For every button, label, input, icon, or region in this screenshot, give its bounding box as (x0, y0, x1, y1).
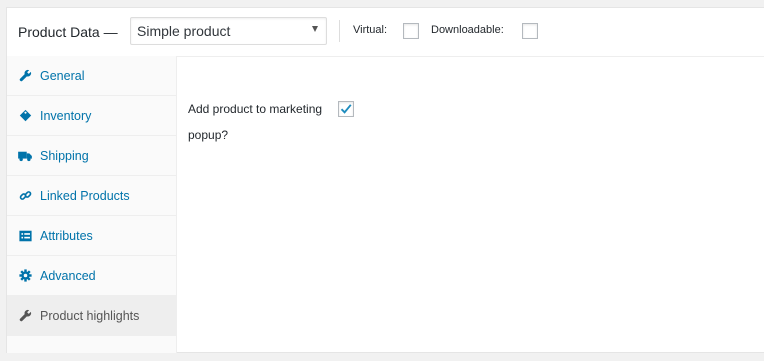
tab-label: Linked Products (40, 188, 130, 203)
product-data-tabs: General Inventory Shipping Linked Produc… (7, 56, 177, 353)
tab-attributes[interactable]: Attributes (7, 216, 176, 256)
tab-general[interactable]: General (7, 56, 176, 96)
tab-label: Shipping (40, 148, 89, 163)
tab-label: Product highlights (40, 308, 140, 323)
tab-label: General (40, 68, 85, 83)
truck-icon (18, 149, 32, 163)
virtual-checkbox[interactable] (403, 23, 419, 39)
chevron-down-icon (312, 26, 318, 32)
marketing-popup-label: Add product to marketing popup? (188, 102, 323, 142)
tab-label: Attributes (40, 228, 93, 243)
tab-linked-products[interactable]: Linked Products (7, 176, 176, 216)
wrench-icon (18, 309, 32, 323)
tab-shipping[interactable]: Shipping (7, 136, 176, 176)
product-data-title: Product Data — (18, 24, 118, 40)
tag-icon (18, 109, 32, 123)
tab-label: Advanced (40, 268, 96, 283)
wrench-icon (18, 69, 32, 83)
tab-label: Inventory (40, 108, 92, 123)
tab-product-highlights[interactable]: Product highlights (7, 296, 176, 336)
tab-inventory[interactable]: Inventory (7, 96, 176, 136)
virtual-label: Virtual: (353, 24, 388, 36)
header-divider (339, 20, 340, 42)
product-type-value: Simple product (137, 23, 231, 39)
downloadable-checkbox[interactable] (522, 23, 538, 39)
link-icon (18, 189, 32, 203)
checkmark-icon (340, 104, 352, 114)
gear-icon (18, 269, 32, 283)
product-type-select[interactable]: Simple product (130, 17, 327, 45)
product-data-panel: Product Data — Simple product Virtual: D… (6, 7, 764, 353)
tab-advanced[interactable]: Advanced (7, 256, 176, 296)
downloadable-label: Downloadable: (431, 24, 504, 36)
product-highlights-panel: Add product to marketing popup? (177, 56, 764, 353)
list-icon (18, 229, 32, 243)
marketing-popup-checkbox[interactable] (338, 101, 354, 117)
